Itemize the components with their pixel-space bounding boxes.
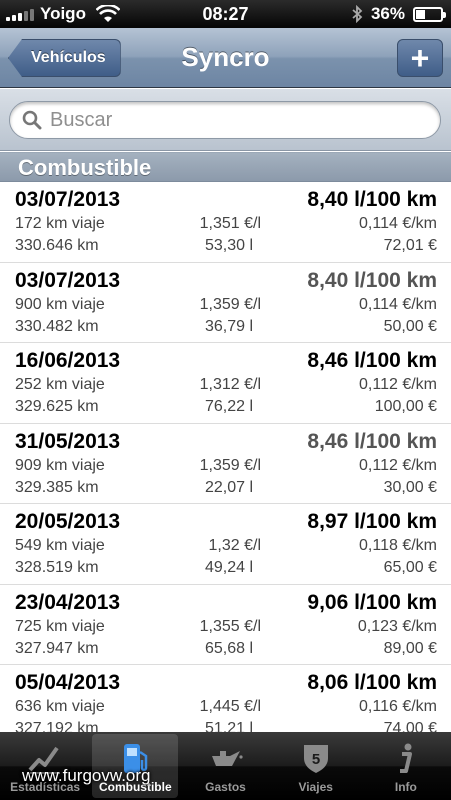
entry-date: 03/07/2013 — [15, 268, 121, 292]
entry-consumption: 8,97 l/100 km — [307, 510, 437, 533]
entry-odometer: 327.947 km — [15, 639, 99, 657]
tab-label: Viajes — [298, 780, 333, 794]
fuel-entries-list[interactable]: 03/07/2013 8,40 l/100 km 172 km viaje 1,351… — [0, 182, 451, 732]
entry-price-per-liter: 1,359 €/l — [199, 456, 261, 474]
entry-odometer: 330.482 km — [15, 317, 99, 335]
entry-consumption: 9,06 l/100 km — [307, 590, 437, 614]
entry-trip-distance: 252 km viaje — [15, 376, 105, 393]
list-item[interactable]: 31/05/2013 8,46 l/100 km 909 km viaje 1,359… — [0, 423, 451, 504]
entry-date: 05/04/2013 — [15, 671, 121, 694]
entry-odometer: 330.646 km — [15, 237, 99, 254]
entry-cost-per-km: 0,114 €/km — [359, 295, 437, 313]
search-bar: Buscar — [0, 89, 451, 151]
entry-cost-per-km: 0,112 €/km — [359, 376, 437, 393]
entry-total-cost: 72,01 € — [383, 237, 437, 254]
entry-price-per-liter: 1,359 €/l — [199, 295, 261, 313]
search-placeholder: Buscar — [50, 108, 113, 131]
entry-odometer: 329.385 km — [15, 478, 99, 496]
entry-odometer: 329.625 km — [15, 398, 99, 415]
entry-date: 03/07/2013 — [15, 188, 121, 211]
tab-label: Gastos — [205, 780, 246, 794]
status-bar: Yoigo 08:27 36% — [0, 0, 451, 28]
svg-text:5: 5 — [312, 751, 320, 768]
entry-date: 16/06/2013 — [15, 349, 121, 372]
entry-cost-per-km: 0,112 €/km — [359, 456, 437, 474]
list-item[interactable]: 05/04/2013 8,06 l/100 km 636 km viaje 1,445… — [0, 665, 451, 732]
entry-price-per-liter: 1,32 €/l — [208, 537, 261, 554]
add-button[interactable]: + — [397, 39, 443, 77]
entry-trip-distance: 636 km viaje — [15, 698, 105, 715]
list-item[interactable]: 20/05/2013 8,97 l/100 km 549 km viaje 1,32 … — [0, 504, 451, 585]
entry-consumption: 8,46 l/100 km — [307, 429, 437, 453]
entry-odometer: 328.519 km — [15, 559, 99, 576]
entry-total-cost: 30,00 € — [383, 478, 437, 496]
battery-percent: 36% — [370, 4, 405, 23]
section-header: Combustible — [0, 152, 451, 182]
entry-total-cost: 65,00 € — [383, 559, 437, 576]
entry-liters: 22,07 l — [204, 478, 253, 496]
entry-trip-distance: 172 km viaje — [15, 215, 105, 232]
entry-liters: 53,30 l — [204, 237, 253, 254]
entry-total-cost: 74,00 € — [383, 720, 437, 732]
entry-date: 20/05/2013 — [15, 510, 121, 533]
entry-price-per-liter: 1,355 €/l — [199, 617, 261, 635]
entry-odometer: 327.192 km — [15, 720, 99, 732]
entry-total-cost: 50,00 € — [383, 317, 437, 335]
list-item[interactable]: 16/06/2013 8,46 l/100 km 252 km viaje 1,312… — [0, 343, 451, 424]
route-shield-icon: 5 — [273, 740, 359, 776]
tab-info[interactable]: Info — [363, 734, 449, 798]
entry-liters: 36,79 l — [204, 317, 253, 335]
info-icon — [363, 740, 449, 776]
oil-can-icon — [183, 740, 269, 776]
list-item[interactable]: 03/07/2013 8,40 l/100 km 172 km viaje 1,351… — [0, 182, 451, 263]
list-item[interactable]: 23/04/2013 9,06 l/100 km 725 km viaje 1,355… — [0, 584, 451, 665]
entry-date: 23/04/2013 — [15, 590, 121, 614]
battery-level — [416, 9, 425, 19]
entry-trip-distance: 909 km viaje — [15, 456, 105, 474]
entry-cost-per-km: 0,116 €/km — [359, 698, 437, 715]
search-icon — [22, 110, 42, 130]
bluetooth-icon — [352, 5, 363, 23]
entry-consumption: 8,46 l/100 km — [307, 349, 437, 372]
navigation-bar: Vehículos Syncro + — [0, 28, 451, 88]
entry-cost-per-km: 0,123 €/km — [357, 617, 437, 635]
search-input[interactable]: Buscar — [9, 101, 441, 139]
entry-liters: 51,21 l — [204, 720, 253, 732]
watermark: www.furgovw.org — [22, 766, 151, 785]
entry-trip-distance: 725 km viaje — [15, 617, 105, 635]
entry-liters: 49,24 l — [204, 559, 253, 576]
entry-price-per-liter: 1,312 €/l — [199, 376, 261, 393]
status-right: 36% — [351, 4, 446, 24]
entry-cost-per-km: 0,114 €/km — [359, 215, 437, 232]
entry-cost-per-km: 0,118 €/km — [359, 537, 437, 554]
entry-consumption: 8,40 l/100 km — [307, 268, 437, 292]
entry-trip-distance: 549 km viaje — [15, 537, 105, 554]
list-item[interactable]: 03/07/2013 8,40 l/100 km 900 km viaje 1,359… — [0, 262, 451, 343]
entry-liters: 76,22 l — [204, 398, 253, 415]
entry-date: 31/05/2013 — [15, 429, 121, 453]
tab-viajes[interactable]: 5 Viajes — [273, 734, 359, 798]
entry-total-cost: 89,00 € — [383, 639, 437, 657]
tab-gastos[interactable]: Gastos — [183, 734, 269, 798]
tab-label: Info — [394, 780, 417, 794]
entry-liters: 65,68 l — [204, 639, 253, 657]
entry-price-per-liter: 1,351 €/l — [199, 215, 261, 232]
entry-total-cost: 100,00 € — [374, 398, 437, 415]
entry-price-per-liter: 1,445 €/l — [199, 698, 261, 715]
entry-consumption: 8,40 l/100 km — [307, 188, 437, 211]
entry-consumption: 8,06 l/100 km — [307, 671, 437, 694]
page-title: Syncro — [181, 42, 270, 72]
entry-trip-distance: 900 km viaje — [15, 295, 105, 313]
battery-icon — [413, 6, 446, 22]
